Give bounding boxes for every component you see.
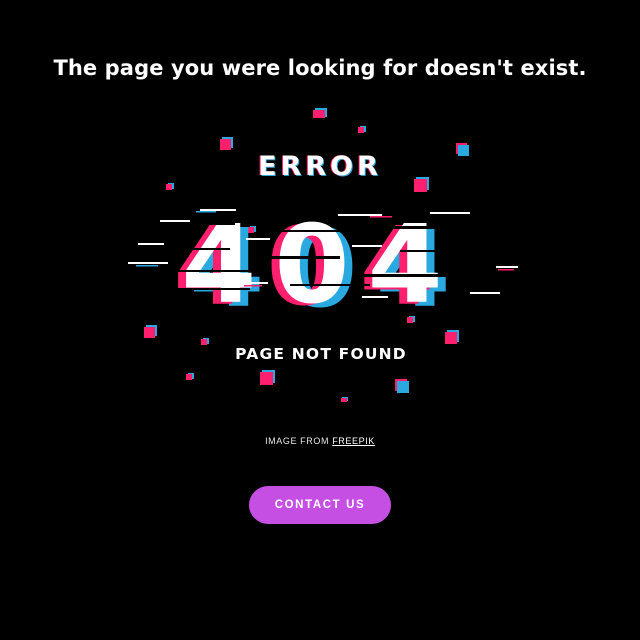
glitch-square [144,325,157,338]
error-label-group: ERROR ERROR ERROR [257,151,382,183]
glitch-square [456,143,469,156]
glitch-square [220,137,233,150]
glitch-square [414,177,429,192]
error-404-illustration: ERROR ERROR ERROR 404 404 404 PAGE NOT F… [128,108,518,402]
glitch-square [341,397,348,402]
glitch-square [186,373,194,380]
glitch-square [445,330,459,344]
image-credit: IMAGE FROM FREEPIK [0,436,640,446]
image-credit-prefix: IMAGE FROM [265,436,330,446]
error-page: The page you were looking for doesn't ex… [0,0,640,640]
error-code: 404 [181,203,460,328]
glitch-square [395,379,409,393]
glitch-square [313,108,327,118]
glitch-square [358,126,366,133]
glitch-square [201,338,209,345]
glitch-square [166,183,174,190]
glitch-square [260,370,275,385]
error-label: ERROR [258,151,382,182]
freepik-link[interactable]: FREEPIK [332,436,375,446]
contact-us-button[interactable]: CONTACT US [249,486,391,524]
error-code-group: 404 404 404 [128,203,518,332]
page-not-found-label: PAGE NOT FOUND [235,345,407,363]
